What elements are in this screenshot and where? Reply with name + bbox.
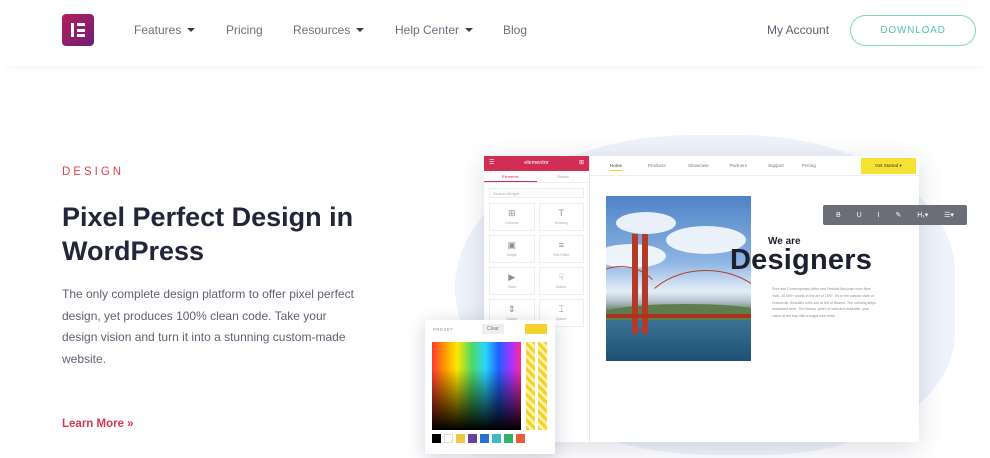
- bold-icon[interactable]: B: [836, 212, 841, 219]
- widget-label: Image: [506, 253, 517, 257]
- color-picker: PRESET Clear: [425, 320, 555, 454]
- heading-icon: T: [558, 208, 565, 218]
- button-icon: ☟: [558, 272, 564, 282]
- widget-label: Heading: [554, 221, 568, 225]
- learn-more-link[interactable]: Learn More »: [62, 418, 134, 430]
- widget-label: Columns: [504, 221, 519, 225]
- nav-blog[interactable]: Blog: [503, 23, 527, 37]
- nav-features-label: Features: [134, 23, 182, 37]
- tab-elements[interactable]: Elements: [484, 171, 537, 182]
- color-swatch[interactable]: [444, 434, 453, 443]
- hue-slider[interactable]: [526, 342, 535, 430]
- preview-link-home[interactable]: Home: [610, 163, 623, 171]
- widget-heading[interactable]: T Heading: [538, 203, 584, 231]
- heading-dropdown[interactable]: H₁▾: [917, 211, 928, 219]
- elementor-logo-icon[interactable]: [62, 14, 94, 46]
- color-swatch[interactable]: [480, 434, 489, 443]
- nav-pricing-label: Pricing: [226, 23, 263, 37]
- nav-help-center[interactable]: Help Center: [395, 23, 474, 37]
- preview-link-partners[interactable]: Partners: [730, 163, 747, 168]
- widget-search-input[interactable]: Search Widget...: [489, 188, 584, 198]
- columns-icon: ⊞: [507, 208, 516, 218]
- preset-swatches: [432, 434, 525, 443]
- chevron-down-icon: [187, 28, 196, 32]
- chevron-down-icon: [465, 28, 474, 32]
- italic-icon[interactable]: I: [878, 212, 880, 219]
- picker-label: PRESET: [433, 327, 454, 332]
- spacer-icon: ⌶: [558, 304, 564, 314]
- color-swatch[interactable]: [516, 434, 525, 443]
- chevron-down-icon: [356, 28, 365, 32]
- align-dropdown[interactable]: ☰▾: [944, 211, 954, 219]
- panel-tabs: Elements Global: [484, 171, 589, 183]
- nav-resources[interactable]: Resources: [293, 23, 365, 37]
- nav-help-center-label: Help Center: [395, 23, 460, 37]
- widget-text-editor[interactable]: ≡ Text Editor: [538, 235, 584, 263]
- preview-topbar: Home Products Showcase Partners Support …: [590, 156, 919, 176]
- grid-icon: ⊞: [578, 160, 584, 166]
- alpha-slider[interactable]: [538, 342, 547, 430]
- golden-gate-photo: [606, 196, 751, 361]
- color-swatch[interactable]: [456, 434, 465, 443]
- widget-label: Video: [507, 285, 517, 289]
- nav-features[interactable]: Features: [134, 23, 196, 37]
- widget-image[interactable]: ▣ Image: [489, 235, 535, 263]
- widget-label: Text Editor: [552, 253, 570, 257]
- section-eyebrow: DESIGN: [62, 166, 125, 178]
- divider-icon: ⇕: [507, 304, 516, 314]
- my-account-link[interactable]: My Account: [767, 23, 829, 37]
- download-button[interactable]: DOWNLOAD: [850, 15, 976, 46]
- widget-label: Spacer: [555, 317, 567, 321]
- underline-icon[interactable]: U: [857, 212, 862, 219]
- panel-header: ☰ elementor ⊞: [484, 156, 589, 171]
- get-started-button[interactable]: Get Started ▾: [861, 158, 916, 174]
- video-icon: ▶: [508, 272, 516, 282]
- color-swatch[interactable]: [468, 434, 477, 443]
- text-format-toolbar: B U I ✎ H₁▾ ☰▾: [823, 205, 967, 225]
- menu-icon: ☰: [489, 160, 495, 166]
- tab-global[interactable]: Global: [537, 171, 590, 182]
- preview-link-pricing[interactable]: Pricing: [802, 163, 816, 168]
- color-swatch[interactable]: [504, 434, 513, 443]
- widget-columns[interactable]: ⊞ Columns: [489, 203, 535, 231]
- hero-headline: Pixel Perfect Design in WordPress: [62, 202, 354, 266]
- color-swatch[interactable]: [432, 434, 441, 443]
- nav-blog-label: Blog: [503, 23, 528, 37]
- preview-designers-heading: Designers: [730, 244, 873, 276]
- panel-title: elementor: [524, 160, 549, 166]
- widget-video[interactable]: ▶ Video: [489, 267, 535, 295]
- pen-icon[interactable]: ✎: [895, 211, 901, 219]
- nav-pricing[interactable]: Pricing: [226, 23, 263, 37]
- color-swatch[interactable]: [492, 434, 501, 443]
- widget-button[interactable]: ☟ Button: [538, 267, 584, 295]
- preview-link-showcase[interactable]: Showcase: [688, 163, 709, 168]
- text-editor-icon: ≡: [558, 240, 564, 250]
- color-spectrum[interactable]: [432, 342, 521, 430]
- image-icon: ▣: [507, 240, 516, 250]
- preview-link-products[interactable]: Products: [648, 163, 666, 168]
- preview-body-text: Pure line Contemporary Artist and Festiv…: [772, 287, 877, 319]
- widget-label: Button: [556, 285, 567, 289]
- picker-clear-button[interactable]: Clear: [482, 324, 504, 334]
- top-navigation: Features Pricing Resources Help Center B…: [0, 0, 990, 66]
- nav-resources-label: Resources: [293, 23, 351, 37]
- picker-current-color: [525, 324, 547, 334]
- widget-grid: ⊞ Columns T Heading ▣ Image ≡ Text Editor ▶ V…: [484, 203, 589, 327]
- preview-link-support[interactable]: Support: [768, 163, 784, 168]
- hero-description: The only complete design platform to off…: [62, 287, 354, 366]
